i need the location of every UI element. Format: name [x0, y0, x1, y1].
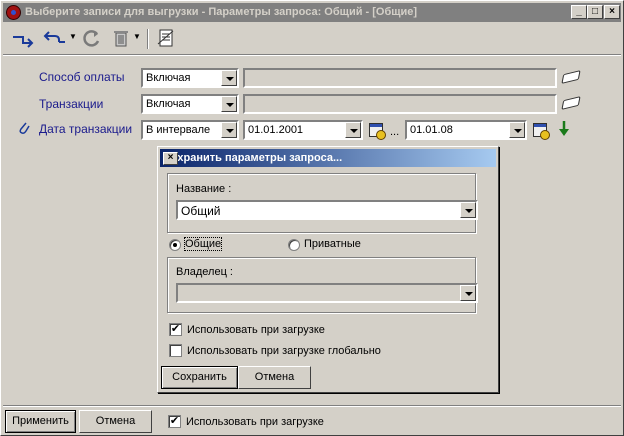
owner-select[interactable]	[176, 283, 478, 303]
chevron-down-icon[interactable]	[460, 285, 476, 301]
payment-label: Способ оплаты	[39, 70, 125, 84]
chevron-down-icon[interactable]	[221, 96, 237, 112]
calendar-icon[interactable]	[533, 123, 550, 140]
title-bar[interactable]: Выберите записи для выгрузки - Параметры…	[3, 3, 621, 22]
maximize-button[interactable]: □	[587, 5, 603, 19]
close-button[interactable]: ×	[604, 5, 620, 19]
private-radio-label[interactable]: Приватные	[304, 238, 361, 250]
payment-value-field[interactable]	[243, 68, 557, 88]
owner-group: Владелец :	[167, 257, 478, 313]
footer-use-on-load-label: Использовать при загрузке	[186, 416, 324, 428]
arrow-down-icon[interactable]	[558, 120, 570, 141]
name-group: Название : Общий	[167, 173, 478, 233]
apply-arrow-icon[interactable]	[11, 28, 35, 50]
date-label: Дата транзакции	[39, 122, 133, 136]
refresh-icon[interactable]	[81, 28, 103, 50]
chevron-down-icon[interactable]	[460, 202, 476, 218]
main-window: Выберите записи для выгрузки - Параметры…	[0, 0, 624, 436]
chevron-down-icon[interactable]	[345, 122, 361, 138]
common-radio[interactable]	[169, 239, 181, 251]
toolbar: ▼ ▼	[3, 24, 621, 54]
undo-arrow-icon[interactable]	[43, 28, 67, 50]
private-radio[interactable]	[288, 239, 300, 251]
chevron-down-icon[interactable]	[509, 122, 525, 138]
chevron-down-icon[interactable]	[221, 122, 237, 138]
chevron-down-icon[interactable]	[221, 70, 237, 86]
toolbar-separator	[147, 29, 149, 49]
dialog-close-button[interactable]: ×	[163, 152, 178, 165]
owner-label: Владелец :	[176, 266, 233, 278]
clear-transactions-icon[interactable]	[561, 96, 581, 110]
trash-icon[interactable]	[111, 28, 131, 50]
range-separator: ...	[390, 126, 400, 138]
name-label: Название :	[176, 183, 232, 195]
footer-divider	[3, 405, 621, 407]
minimize-button[interactable]: _	[571, 5, 587, 19]
apply-button[interactable]: Применить	[5, 410, 76, 433]
footer-cancel-button[interactable]: Отмена	[79, 410, 152, 433]
transactions-mode-select[interactable]: Включая	[141, 94, 239, 114]
use-on-load-checkbox[interactable]: ✔	[169, 323, 182, 336]
trash-dropdown-icon[interactable]: ▼	[133, 32, 141, 41]
use-on-load-label: Использовать при загрузке	[187, 324, 325, 336]
window-title: Выберите записи для выгрузки - Параметры…	[25, 6, 418, 18]
date-from-field[interactable]: 01.01.2001	[243, 120, 363, 140]
dialog-cancel-button[interactable]: Отмена	[238, 366, 311, 389]
date-to-field[interactable]: 01.01.08	[405, 120, 527, 140]
name-select[interactable]: Общий	[176, 200, 478, 220]
dialog-title-bar[interactable]: Сохранить параметры запроса... ×	[160, 149, 496, 167]
query-params-icon[interactable]	[155, 28, 177, 50]
payment-mode-select[interactable]: Включая	[141, 68, 239, 88]
transactions-value-field[interactable]	[243, 94, 557, 114]
date-mode-select[interactable]: В интервале	[141, 120, 239, 140]
use-on-load-global-checkbox[interactable]	[169, 344, 182, 357]
common-radio-label[interactable]: Общие	[183, 237, 223, 251]
save-query-dialog: Сохранить параметры запроса... × Названи…	[157, 146, 499, 393]
dialog-title: Сохранить параметры запроса...	[163, 152, 343, 164]
app-icon	[6, 5, 21, 20]
use-on-load-global-label: Использовать при загрузке глобально	[187, 345, 381, 357]
save-button[interactable]: Сохранить	[161, 366, 238, 389]
paperclip-icon	[17, 120, 31, 139]
calendar-icon[interactable]	[369, 123, 386, 140]
footer-use-on-load-checkbox[interactable]: ✔	[168, 415, 181, 428]
transactions-label: Транзакции	[39, 97, 104, 111]
toolbar-divider	[3, 54, 621, 56]
undo-dropdown-icon[interactable]: ▼	[69, 32, 77, 41]
clear-payment-icon[interactable]	[561, 70, 581, 84]
